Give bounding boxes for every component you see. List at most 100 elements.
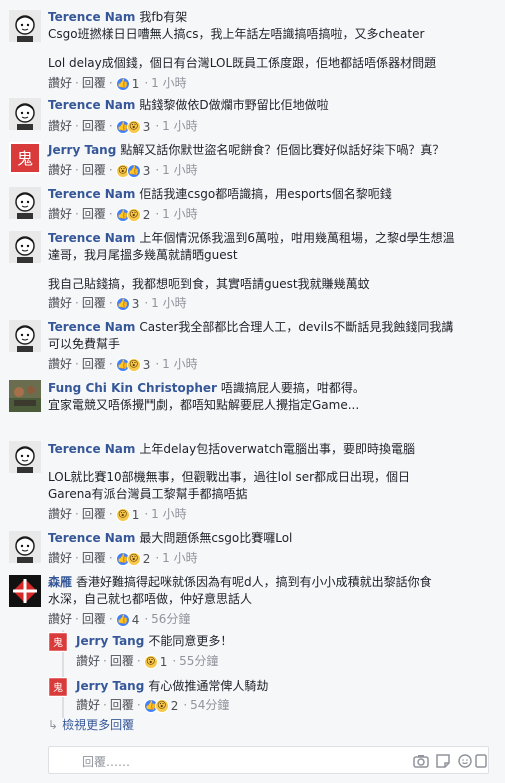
reaction-summary[interactable]: 👍 😮 3: [115, 119, 151, 135]
timestamp[interactable]: 54分鐘: [190, 698, 229, 712]
like-reaction-icon: 👍: [126, 163, 141, 178]
reaction-count: 3: [142, 357, 151, 372]
like-button[interactable]: 讚好: [48, 551, 72, 565]
reply-button[interactable]: 回覆: [82, 163, 106, 177]
avatar[interactable]: [9, 320, 41, 352]
avatar[interactable]: [9, 187, 41, 219]
like-button[interactable]: 讚好: [48, 119, 72, 133]
reply-button[interactable]: 回覆: [110, 698, 134, 712]
like-button[interactable]: 讚好: [76, 698, 100, 712]
timestamp[interactable]: 1 小時: [151, 507, 186, 521]
timestamp[interactable]: 1 小時: [162, 163, 197, 177]
reply-button[interactable]: 回覆: [82, 207, 106, 221]
reply-input[interactable]: 回覆……: [82, 753, 130, 770]
timestamp[interactable]: 1 小時: [151, 76, 186, 90]
comment-text: 唔識搞屁人要搞，咁都得。: [220, 381, 365, 395]
reaction-summary[interactable]: 👍 😮 2: [115, 207, 150, 223]
reaction-count: 1: [159, 654, 168, 669]
emoji-icon[interactable]: [457, 753, 473, 769]
avatar[interactable]: 鬼: [48, 632, 68, 652]
author-name[interactable]: Terence Nam: [48, 10, 135, 24]
reaction-summary[interactable]: 😮 👍 3: [115, 163, 150, 179]
reaction-count: 4: [131, 612, 140, 627]
avatar[interactable]: [9, 231, 41, 263]
timestamp[interactable]: 1 小時: [162, 119, 197, 133]
view-more-replies-link[interactable]: ↳ 檢視更多回覆: [48, 717, 134, 734]
reaction-summary[interactable]: 👍 😮 2: [143, 698, 179, 714]
like-button[interactable]: 讚好: [48, 163, 72, 177]
comment-text: 貼錢黎做依D做爛市野留比佢地做啦: [139, 98, 329, 112]
reaction-summary[interactable]: 👍 3: [115, 296, 140, 312]
author-name[interactable]: Jerry Tang: [76, 679, 144, 693]
avatar[interactable]: [9, 98, 41, 130]
reaction-count: 2: [170, 698, 179, 713]
author-name[interactable]: Terence Nam: [48, 531, 135, 545]
wow-reaction-icon: 😮: [115, 507, 130, 522]
comment-text: 佢話我連csgo都唔識搞，用esports個名黎呃錢: [139, 187, 392, 201]
like-button[interactable]: 讚好: [48, 296, 72, 310]
like-button[interactable]: 讚好: [48, 357, 72, 371]
comment-actions: 讚好 · 回覆 · 👍 😮 2 · 1 小時: [48, 551, 198, 567]
like-button[interactable]: 讚好: [48, 612, 72, 626]
comment-text: 可以免費幫手: [48, 337, 121, 351]
reply-button[interactable]: 回覆: [82, 357, 106, 371]
timestamp[interactable]: 1 小時: [151, 296, 186, 310]
gif-icon[interactable]: [475, 753, 487, 769]
avatar[interactable]: [9, 380, 41, 412]
reply-button[interactable]: 回覆: [82, 507, 106, 521]
reply-arrow-icon: ↳: [48, 718, 59, 732]
author-name[interactable]: Terence Nam: [48, 98, 135, 112]
author-name[interactable]: Jerry Tang: [48, 143, 116, 157]
reply-button[interactable]: 回覆: [82, 612, 106, 626]
avatar[interactable]: [9, 10, 41, 42]
avatar[interactable]: [9, 575, 41, 607]
timestamp[interactable]: 1 小時: [162, 551, 197, 565]
reaction-summary[interactable]: 👍 4: [115, 612, 140, 628]
avatar[interactable]: 鬼: [48, 677, 68, 697]
comment-text: 我自己貼錢搞，我都想呃到食，其實唔請guest我就賺幾萬蚊: [48, 277, 370, 291]
reaction-count: 3: [131, 296, 140, 311]
author-name[interactable]: Fung Chi Kin Christopher: [48, 381, 217, 395]
like-button[interactable]: 讚好: [48, 76, 72, 90]
reply-button[interactable]: 回覆: [82, 119, 106, 133]
comment-text: 香港好難搞得起咪就係因為有呢d人，搞到有小小成積就出黎話你食: [76, 575, 432, 589]
timestamp[interactable]: 56分鐘: [151, 612, 190, 626]
author-name[interactable]: Jerry Tang: [76, 634, 144, 648]
reply-button[interactable]: 回覆: [82, 551, 106, 565]
like-button[interactable]: 讚好: [48, 207, 72, 221]
timestamp[interactable]: 1 小時: [162, 207, 197, 221]
reply-button[interactable]: 回覆: [82, 76, 106, 90]
reaction-summary[interactable]: 👍 1: [115, 76, 139, 92]
reaction-summary[interactable]: 😮 1: [143, 654, 168, 670]
reaction-count: 2: [142, 551, 151, 566]
svg-text:鬼: 鬼: [17, 149, 33, 168]
avatar[interactable]: [9, 441, 41, 473]
camera-icon[interactable]: [413, 753, 429, 769]
like-button[interactable]: 讚好: [76, 654, 100, 668]
avatar[interactable]: 鬼: [9, 142, 41, 174]
timestamp[interactable]: 55分鐘: [179, 654, 218, 668]
avatar[interactable]: [9, 531, 41, 563]
comment-actions: 讚好 · 回覆 · 👍 3 · 1 小時: [48, 296, 187, 312]
reply-composer[interactable]: 回覆……: [48, 746, 489, 774]
author-name[interactable]: Terence Nam: [48, 320, 135, 334]
comment-actions: 讚好 · 回覆 · 👍 😮 3 · 1 小時: [48, 357, 198, 373]
reply-button[interactable]: 回覆: [110, 654, 134, 668]
author-name[interactable]: Terence Nam: [48, 231, 135, 245]
comment-text: 宜家電競又唔係攪鬥劇，都唔知點解要屁人攪指定Game...: [48, 398, 360, 412]
comment-feed: Terence Nam 我fb有架 Csgo班撚樣日日嘈無人搞cs，我上年話左唔識…: [0, 0, 505, 783]
sticker-icon[interactable]: [435, 753, 451, 769]
reaction-summary[interactable]: 👍 😮 3: [115, 357, 151, 373]
reaction-summary[interactable]: 👍 😮 2: [115, 551, 151, 567]
reaction-count: 3: [142, 119, 151, 134]
reaction-summary[interactable]: 😮 1: [115, 507, 139, 523]
comment-actions: 讚好 · 回覆 · 👍 1 · 1 小時: [48, 76, 187, 92]
timestamp[interactable]: 1 小時: [162, 357, 197, 371]
author-name[interactable]: 森雁: [48, 575, 72, 589]
reply-button[interactable]: 回覆: [82, 296, 106, 310]
author-name[interactable]: Terence Nam: [48, 442, 135, 456]
comment-text: 點解又話你默世盜名呢餅食？佢個比賽好似話好柒下喎？真？: [120, 143, 445, 157]
like-button[interactable]: 讚好: [48, 507, 72, 521]
author-name[interactable]: Terence Nam: [48, 187, 135, 201]
comment-text: Caster我全部都比合理人工，devils不斷話見我蝕錢同我講: [139, 320, 454, 334]
